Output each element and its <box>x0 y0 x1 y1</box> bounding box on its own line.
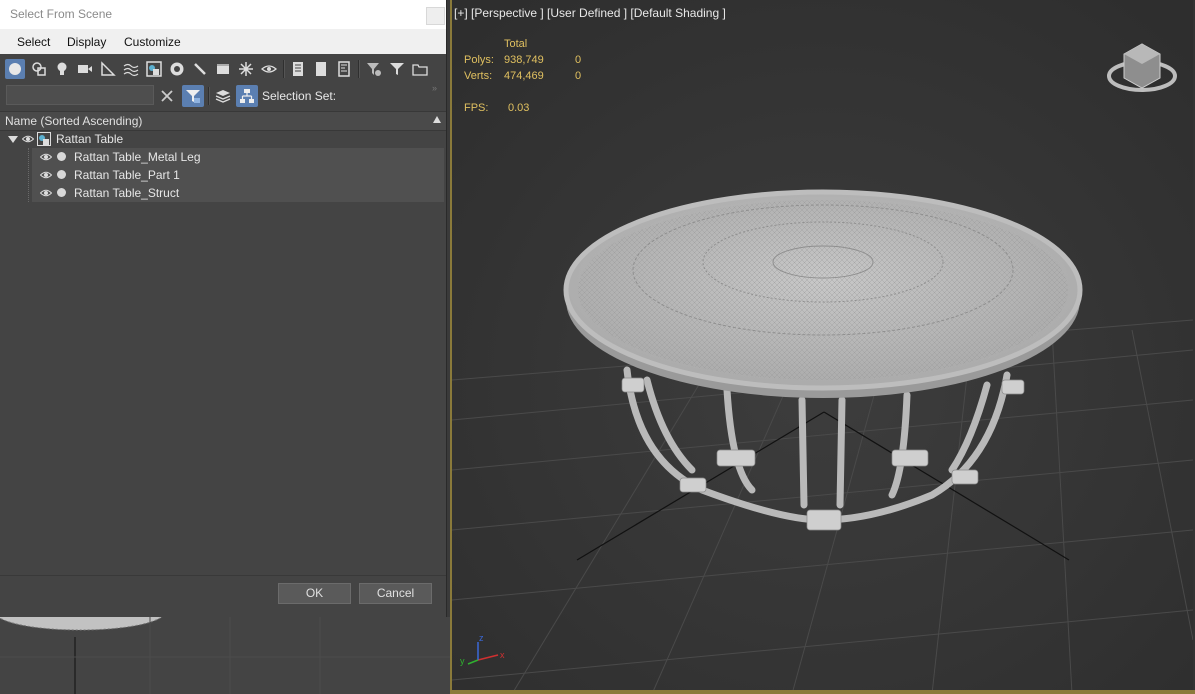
tree-row-label: Rattan Table_Metal Leg <box>74 150 201 164</box>
stats-fps-value: 0.03 <box>508 102 530 114</box>
tree-row-child[interactable]: Rattan Table_Part 1 <box>32 166 444 185</box>
geometry-object-icon <box>57 170 66 179</box>
perspective-viewport[interactable]: x z y <box>450 0 1195 694</box>
display-geometry-icon[interactable] <box>5 59 25 79</box>
ok-button[interactable]: OK <box>278 583 351 604</box>
viewport-label[interactable]: [+] [Perspective ] [User Defined ] [Defa… <box>454 6 726 20</box>
visibility-eye-icon[interactable] <box>40 152 52 162</box>
search-input[interactable] <box>6 85 154 105</box>
search-bar: Selection Set: » <box>0 83 446 111</box>
sort-ascending-icon[interactable] <box>433 116 441 123</box>
display-spacewarps-icon[interactable] <box>121 59 141 79</box>
tree-row-label: Rattan Table_Part 1 <box>74 168 180 182</box>
tree-row-child[interactable]: Rattan Table_Metal Leg <box>32 148 444 167</box>
select-from-scene-dialog: Select From Scene Select Display Customi… <box>0 0 447 617</box>
axis-z-label: z <box>479 633 484 643</box>
tree-row-child[interactable]: Rattan Table_Struct <box>32 184 444 203</box>
display-shapes-icon[interactable] <box>29 59 49 79</box>
display-all-icon[interactable] <box>288 59 308 79</box>
find-filter-toggle-icon[interactable] <box>182 85 204 107</box>
tree-row-label: Rattan Table_Struct <box>74 186 180 200</box>
stats-polys-selected: 0 <box>575 54 582 66</box>
menu-customize[interactable]: Customize <box>124 35 181 49</box>
display-frozen-icon[interactable] <box>236 59 256 79</box>
display-groups-icon[interactable] <box>144 59 164 79</box>
filter-icon[interactable] <box>387 59 407 79</box>
selection-set-label: Selection Set: <box>262 89 337 103</box>
clear-search-icon[interactable] <box>156 85 178 107</box>
filter-options-icon[interactable] <box>364 59 384 79</box>
display-containers-icon[interactable] <box>213 59 233 79</box>
viewport-active-border <box>450 690 1195 694</box>
footer-divider <box>0 575 446 576</box>
close-button[interactable] <box>426 7 445 25</box>
column-header-label: Name (Sorted Ascending) <box>5 114 143 128</box>
stats-total-label: Total <box>504 38 528 50</box>
stats-verts-value: 474,469 <box>504 70 544 82</box>
axis-x-label: x <box>500 650 505 660</box>
display-hidden-icon[interactable] <box>259 59 279 79</box>
viewport-scene: x z y <box>452 0 1193 694</box>
layers-icon[interactable] <box>212 85 234 107</box>
geometry-object-icon <box>57 188 66 197</box>
menu-select[interactable]: Select <box>17 35 50 49</box>
geometry-object-icon <box>57 152 66 161</box>
toolbar-separator <box>283 60 285 78</box>
menu-bar: Select Display Customize <box>0 29 446 54</box>
background-grid <box>0 617 450 694</box>
dialog-title: Select From Scene <box>10 7 113 21</box>
visibility-eye-icon[interactable] <box>40 170 52 180</box>
display-xrefs-icon[interactable] <box>167 59 187 79</box>
toolbar-separator <box>208 87 210 105</box>
cancel-button[interactable]: Cancel <box>359 583 432 604</box>
stats-verts-selected: 0 <box>575 70 582 82</box>
display-cameras-icon[interactable] <box>75 59 95 79</box>
group-icon <box>37 132 51 146</box>
display-helpers-icon[interactable] <box>98 59 118 79</box>
stats-polys-value: 938,749 <box>504 54 544 66</box>
display-none-icon[interactable] <box>311 59 331 79</box>
collapse-triangle-icon[interactable] <box>8 136 18 143</box>
toolbar-separator <box>358 60 360 78</box>
tree-connector-line <box>28 148 30 202</box>
dialog-titlebar[interactable]: Select From Scene <box>0 0 446 29</box>
tree-row-label: Rattan Table <box>56 132 124 146</box>
menu-display[interactable]: Display <box>67 35 106 49</box>
visibility-eye-icon[interactable] <box>22 134 34 144</box>
display-invert-icon[interactable] <box>334 59 354 79</box>
background-viewport-strip <box>0 617 450 694</box>
list-column-header[interactable]: Name (Sorted Ascending) <box>0 111 446 131</box>
stats-fps-label: FPS: <box>464 102 489 114</box>
expand-chevron-icon[interactable]: » <box>432 83 437 93</box>
display-lights-icon[interactable] <box>52 59 72 79</box>
folder-icon[interactable] <box>410 59 430 79</box>
tree-row-root[interactable]: Rattan Table <box>0 130 446 148</box>
display-bones-icon[interactable] <box>190 59 210 79</box>
hierarchy-icon[interactable] <box>236 85 258 107</box>
axis-y-label: y <box>460 656 465 666</box>
stats-verts-label: Verts: <box>464 70 493 82</box>
visibility-eye-icon[interactable] <box>40 188 52 198</box>
filter-toolbar <box>0 54 446 83</box>
stats-polys-label: Polys: <box>464 54 494 66</box>
